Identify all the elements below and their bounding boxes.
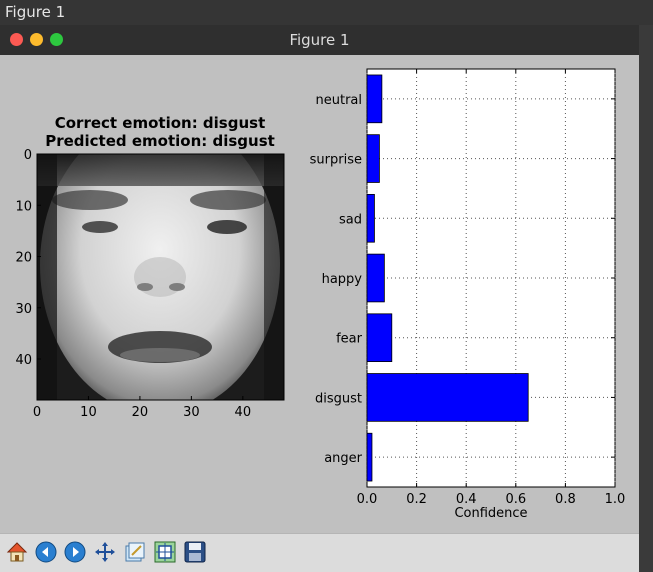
x-tick-label: 0.2 xyxy=(406,492,427,507)
x-tick-label: 0.0 xyxy=(357,492,378,507)
pan-icon xyxy=(95,542,115,562)
home-icon xyxy=(6,542,28,562)
image-y-tick-label: 0 xyxy=(24,148,32,163)
image-subplot: Correct emotion: disgust Predicted emoti… xyxy=(15,114,285,420)
image-y-tick-label: 30 xyxy=(15,302,32,317)
configure-subplots-button[interactable] xyxy=(122,538,148,566)
x-axis-label: Confidence xyxy=(454,506,527,521)
bar-neutral xyxy=(366,74,383,124)
image-x-tick-label: 10 xyxy=(80,405,97,420)
navigation-toolbar xyxy=(0,533,639,572)
bar-anger xyxy=(366,432,373,482)
figure-svg: Correct emotion: disgust Predicted emoti… xyxy=(15,68,626,521)
x-tick-label: 0.4 xyxy=(456,492,477,507)
category-label-happy: happy xyxy=(322,272,363,287)
x-tick-label: 0.8 xyxy=(555,492,576,507)
forward-button[interactable] xyxy=(62,538,88,566)
category-label-anger: anger xyxy=(324,451,362,466)
category-label-neutral: neutral xyxy=(316,93,363,108)
x-tick-label: 0.6 xyxy=(505,492,526,507)
category-label-surprise: surprise xyxy=(310,153,362,168)
back-icon xyxy=(35,541,57,563)
configure-subplots-icon xyxy=(125,542,145,562)
image-title-line1: Correct emotion: disgust xyxy=(55,114,266,132)
bar-surprise xyxy=(366,134,380,183)
image-x-tick-label: 0 xyxy=(33,405,41,420)
bar-happy xyxy=(366,253,385,303)
x-tick-label: 1.0 xyxy=(605,492,626,507)
home-button[interactable] xyxy=(4,538,30,566)
image-x-tick-label: 40 xyxy=(235,405,252,420)
image-x-tick-label: 30 xyxy=(183,405,200,420)
bar-sad xyxy=(366,193,375,243)
category-label-fear: fear xyxy=(336,332,363,347)
face-image xyxy=(37,154,284,400)
image-x-tick-label: 20 xyxy=(132,405,149,420)
zoom-button[interactable] xyxy=(152,538,178,566)
title-bar[interactable]: Figure 1 xyxy=(0,25,639,55)
desktop-edge xyxy=(639,25,653,572)
image-y-tick-label: 20 xyxy=(15,251,32,266)
image-y-tick-label: 10 xyxy=(15,199,32,214)
forward-icon xyxy=(64,541,86,563)
confidence-chart: angerdisgustfearhappysadsurpriseneutral … xyxy=(310,68,626,521)
image-title-line2: Predicted emotion: disgust xyxy=(45,132,275,150)
zoom-icon xyxy=(154,541,176,563)
outer-window-title: Figure 1 xyxy=(0,0,653,25)
category-label-disgust: disgust xyxy=(315,391,362,406)
back-button[interactable] xyxy=(33,538,59,566)
figure-window: Figure 1 Correct emotion: disgust Predic… xyxy=(0,25,639,572)
category-label-sad: sad xyxy=(339,212,362,227)
figure-canvas[interactable]: Correct emotion: disgust Predicted emoti… xyxy=(0,55,639,533)
bar-fear xyxy=(366,313,393,363)
pan-button[interactable] xyxy=(92,538,118,566)
image-y-tick-label: 40 xyxy=(15,353,32,368)
bar-disgust xyxy=(366,373,529,422)
save-icon xyxy=(184,541,206,563)
window-title: Figure 1 xyxy=(289,31,350,49)
save-button[interactable] xyxy=(182,538,208,566)
